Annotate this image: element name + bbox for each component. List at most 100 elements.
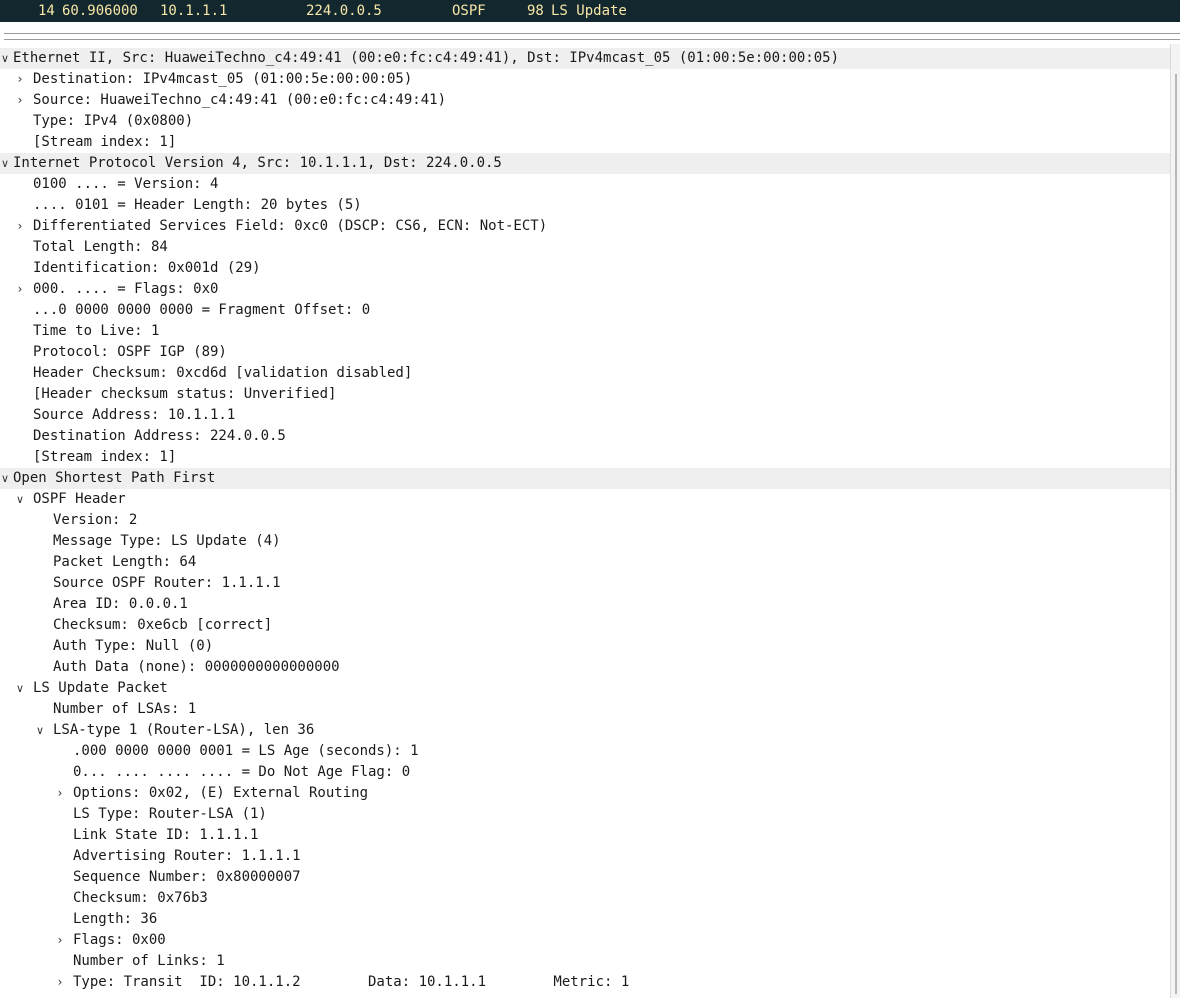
detail-field-row[interactable]: .000 0000 0000 0001 = LS Age (seconds): … [0,741,1170,762]
chevron-down-icon[interactable]: ∨ [35,720,45,741]
detail-field-row[interactable]: Area ID: 0.0.0.1 [0,594,1170,615]
chevron-right-icon[interactable]: › [15,69,25,90]
packet-number: 14 [38,3,55,19]
protocol-section-row[interactable]: ∨ Internet Protocol Version 4, Src: 10.1.… [0,153,1170,174]
packet-time: 60.906000 [62,3,138,19]
detail-field-row[interactable]: ∨ LS Update Packet [0,678,1170,699]
detail-field-row[interactable]: › Source: HuaweiTechno_c4:49:41 (00:e0:fc… [0,90,1170,111]
detail-field-text: Packet Length: 64 [53,554,197,570]
detail-field-text: Checksum: 0xe6cb [correct] [53,617,273,633]
chevron-down-icon[interactable]: ∨ [0,153,10,174]
detail-field-row[interactable]: Destination Address: 224.0.0.5 [0,426,1170,447]
packet-info: LS Update [551,3,627,19]
detail-field-row[interactable]: Checksum: 0xe6cb [correct] [0,615,1170,636]
detail-field-row[interactable]: › Options: 0x02, (E) External Routing [0,783,1170,804]
detail-field-row[interactable]: › Flags: 0x00 [0,930,1170,951]
detail-field-text: Protocol: OSPF IGP (89) [33,344,227,360]
detail-field-row[interactable]: ∨ OSPF Header [0,489,1170,510]
detail-field-row[interactable]: Time to Live: 1 [0,321,1170,342]
detail-field-text: LS Type: Router-LSA (1) [73,806,267,822]
detail-field-row[interactable]: 0100 .... = Version: 4 [0,174,1170,195]
detail-field-row[interactable]: Link State ID: 1.1.1.1 [0,825,1170,846]
detail-field-text: Message Type: LS Update (4) [53,533,281,549]
detail-field-row[interactable]: Version: 2 [0,510,1170,531]
detail-field-row[interactable]: 0... .... .... .... = Do Not Age Flag: 0 [0,762,1170,783]
chevron-right-icon[interactable]: › [15,279,25,300]
packet-length: 98 [527,3,544,19]
detail-field-text: LS Update Packet [33,680,168,696]
chevron-down-icon[interactable]: ∨ [15,678,25,699]
detail-field-text: Identification: 0x001d (29) [33,260,261,276]
detail-field-text: Auth Type: Null (0) [53,638,214,654]
details-scrollbar[interactable] [1170,44,1180,998]
detail-field-row[interactable]: Identification: 0x001d (29) [0,258,1170,279]
detail-field-row[interactable]: Sequence Number: 0x80000007 [0,867,1170,888]
detail-field-text: Source OSPF Router: 1.1.1.1 [53,575,281,591]
detail-field-text: Options: 0x02, (E) External Routing [73,785,369,801]
detail-field-text: Checksum: 0x76b3 [73,890,208,906]
detail-field-text: Length: 36 [73,911,158,927]
detail-field-text: Open Shortest Path First [13,470,216,486]
detail-field-text: [Stream index: 1] [33,134,177,150]
detail-field-text: Internet Protocol Version 4, Src: 10.1.1… [13,155,502,171]
detail-field-text: [Stream index: 1] [33,449,177,465]
detail-field-row[interactable]: Source Address: 10.1.1.1 [0,405,1170,426]
detail-field-row[interactable]: Protocol: OSPF IGP (89) [0,342,1170,363]
detail-field-row[interactable]: [Stream index: 1] [0,132,1170,153]
detail-field-row[interactable]: Number of LSAs: 1 [0,699,1170,720]
pane-splitter[interactable] [4,33,1180,34]
chevron-down-icon[interactable]: ∨ [0,468,10,489]
detail-field-row[interactable]: Header Checksum: 0xcd6d [validation disa… [0,363,1170,384]
detail-field-text: Ethernet II, Src: HuaweiTechno_c4:49:41 … [13,50,840,66]
detail-field-text: ...0 0000 0000 0000 = Fragment Offset: 0 [33,302,371,318]
detail-field-text: Advertising Router: 1.1.1.1 [73,848,301,864]
packet-source: 10.1.1.1 [160,3,228,19]
protocol-section-row[interactable]: ∨ Open Shortest Path First [0,468,1170,489]
detail-field-row[interactable]: Total Length: 84 [0,237,1170,258]
detail-field-text: 0... .... .... .... = Do Not Age Flag: 0 [73,764,411,780]
pane-splitter-edge [4,39,1180,40]
chevron-right-icon[interactable]: › [15,90,25,111]
chevron-right-icon[interactable]: › [15,216,25,237]
detail-field-row[interactable]: › 000. .... = Flags: 0x0 [0,279,1170,300]
detail-field-row[interactable]: LS Type: Router-LSA (1) [0,804,1170,825]
detail-field-text: .... 0101 = Header Length: 20 bytes (5) [33,197,362,213]
chevron-right-icon[interactable]: › [55,783,65,804]
chevron-down-icon[interactable]: ∨ [0,48,10,69]
detail-field-row[interactable]: Message Type: LS Update (4) [0,531,1170,552]
detail-field-row[interactable]: Auth Type: Null (0) [0,636,1170,657]
detail-field-row[interactable]: Advertising Router: 1.1.1.1 [0,846,1170,867]
detail-field-text: Sequence Number: 0x80000007 [73,869,301,885]
detail-field-text: Differentiated Services Field: 0xc0 (DSC… [33,218,548,234]
packet-protocol: OSPF [452,3,486,19]
detail-field-row[interactable]: Auth Data (none): 0000000000000000 [0,657,1170,678]
detail-field-row[interactable]: Packet Length: 64 [0,552,1170,573]
detail-field-row[interactable]: ...0 0000 0000 0000 = Fragment Offset: 0 [0,300,1170,321]
detail-field-row[interactable]: Number of Links: 1 [0,951,1170,972]
detail-field-text: Version: 2 [53,512,138,528]
detail-field-row[interactable]: › Destination: IPv4mcast_05 (01:00:5e:00:… [0,69,1170,90]
packet-details-tree[interactable]: ∨ Ethernet II, Src: HuaweiTechno_c4:49:41… [0,48,1170,993]
detail-field-text: Header Checksum: 0xcd6d [validation disa… [33,365,413,381]
chevron-right-icon[interactable]: › [55,972,65,993]
scrollbar-thumb[interactable] [1175,74,1177,994]
detail-field-text: Destination: IPv4mcast_05 (01:00:5e:00:0… [33,71,413,87]
detail-field-row[interactable]: Checksum: 0x76b3 [0,888,1170,909]
detail-field-row[interactable]: Length: 36 [0,909,1170,930]
selected-packet-row[interactable]: 14 60.906000 10.1.1.1 224.0.0.5 OSPF 98 … [0,0,1180,22]
chevron-right-icon[interactable]: › [55,930,65,951]
detail-field-row[interactable]: [Stream index: 1] [0,447,1170,468]
detail-field-row[interactable]: ∨ LSA-type 1 (Router-LSA), len 36 [0,720,1170,741]
detail-field-row[interactable]: [Header checksum status: Unverified] [0,384,1170,405]
chevron-down-icon[interactable]: ∨ [15,489,25,510]
detail-field-text: 0100 .... = Version: 4 [33,176,219,192]
protocol-section-row[interactable]: ∨ Ethernet II, Src: HuaweiTechno_c4:49:41… [0,48,1170,69]
detail-field-row[interactable]: › Type: Transit ID: 10.1.1.2 Data: 10.1.1… [0,972,1170,993]
detail-field-text: 000. .... = Flags: 0x0 [33,281,219,297]
detail-field-text: Source: HuaweiTechno_c4:49:41 (00:e0:fc:… [33,92,447,108]
packet-destination: 224.0.0.5 [306,3,382,19]
detail-field-row[interactable]: › Differentiated Services Field: 0xc0 (DS… [0,216,1170,237]
detail-field-row[interactable]: Source OSPF Router: 1.1.1.1 [0,573,1170,594]
detail-field-row[interactable]: .... 0101 = Header Length: 20 bytes (5) [0,195,1170,216]
detail-field-row[interactable]: Type: IPv4 (0x0800) [0,111,1170,132]
